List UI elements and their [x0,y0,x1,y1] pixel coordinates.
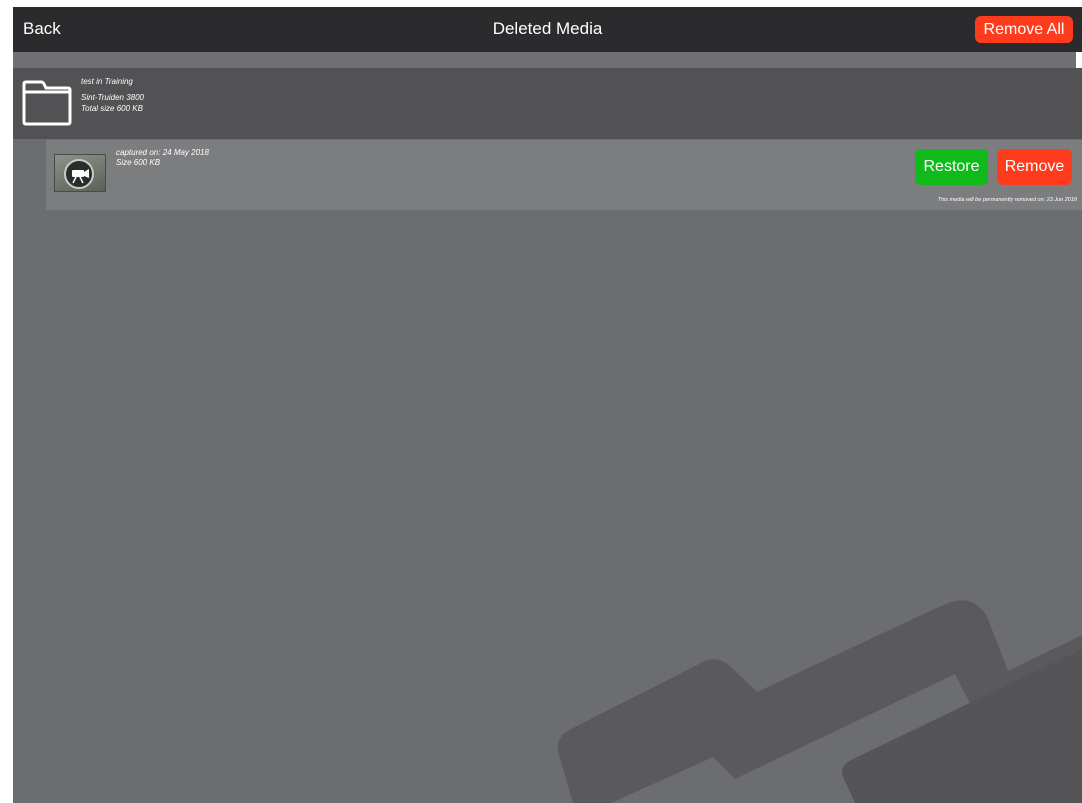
folder-name: test in Training [81,77,133,86]
captured-date: captured on: 24 May 2018 [116,148,209,157]
folder-location: Sint-Truiden 3800 [81,93,144,102]
folder-details: test in Training Sint-Truiden 3800 Total… [81,76,144,114]
media-details: captured on: 24 May 2018 Size 600 KB [116,148,209,168]
list-header-spacer [13,52,1082,68]
remove-all-button[interactable]: Remove All [975,16,1073,43]
media-row[interactable]: captured on: 24 May 2018 Size 600 KB Res… [46,140,1082,210]
media-size: Size 600 KB [116,158,161,167]
folder-icon [22,80,72,126]
remove-button[interactable]: Remove [997,149,1072,185]
app-screen: Back Deleted Media Remove All test in Tr… [13,7,1082,803]
media-thumbnail [54,154,106,192]
folder-total-size: Total size 600 KB [81,104,143,113]
video-camera-icon [64,159,94,189]
restore-button[interactable]: Restore [915,149,988,185]
navigation-bar: Back Deleted Media Remove All [13,7,1082,52]
removal-date-note: This media will be permanently removed o… [937,197,1077,203]
folder-row[interactable]: test in Training Sint-Truiden 3800 Total… [13,68,1082,139]
page-title: Deleted Media [492,19,603,38]
